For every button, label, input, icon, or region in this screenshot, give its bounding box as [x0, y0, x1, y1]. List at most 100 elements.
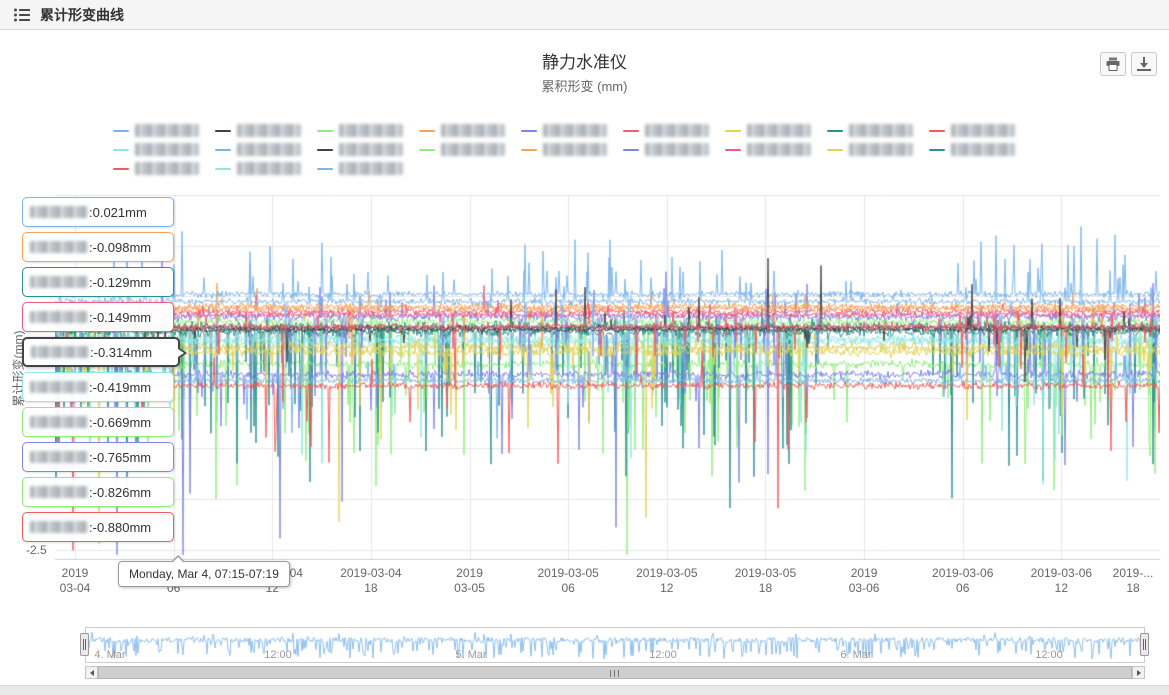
- main-chart-canvas[interactable]: [55, 195, 1160, 560]
- scrollbar-right-button[interactable]: [1132, 666, 1145, 679]
- navigator[interactable]: [85, 627, 1145, 663]
- legend-item[interactable]: [725, 143, 811, 156]
- legend-label-redacted: [951, 143, 1015, 156]
- navigator-handle-left[interactable]: [80, 633, 89, 656]
- legend-item[interactable]: [419, 124, 505, 137]
- legend-item[interactable]: [113, 124, 199, 137]
- legend-item[interactable]: [113, 162, 199, 175]
- legend-marker-line-icon: [317, 149, 333, 151]
- navigator-handle-right[interactable]: [1140, 633, 1149, 656]
- scrollbar-grip-icon: [610, 670, 620, 677]
- legend-marker-line-icon: [521, 149, 537, 151]
- tooltip-stack: :0.021mm :-0.098mm :-0.129mm :-0.149mm :-0.3…: [22, 197, 180, 547]
- tooltip-series-name-redacted: [31, 346, 89, 358]
- legend-item[interactable]: [827, 143, 913, 156]
- navigator-time-label: 6. Mar: [840, 649, 871, 661]
- tooltip-series-name-redacted: [30, 486, 88, 498]
- legend-marker-line-icon: [725, 130, 741, 132]
- legend-label-redacted: [543, 143, 607, 156]
- chart-title: 静力水准仪: [0, 48, 1169, 73]
- tooltip-value: :0.021mm: [89, 205, 147, 220]
- legend-marker-line-icon: [623, 130, 639, 132]
- navigator-canvas[interactable]: [86, 628, 1144, 662]
- legend-item[interactable]: [521, 143, 607, 156]
- legend-label-redacted: [645, 124, 709, 137]
- navigator-time-label: 12:00: [264, 649, 292, 661]
- download-icon: [1137, 57, 1151, 71]
- legend-item[interactable]: [215, 143, 301, 156]
- tooltip-box: :-0.149mm: [22, 302, 174, 332]
- legend-item[interactable]: [929, 124, 1015, 137]
- legend-marker-line-icon: [215, 168, 231, 170]
- download-button[interactable]: [1131, 52, 1157, 76]
- tooltip-box: :0.021mm: [22, 197, 174, 227]
- legend-marker-line-icon: [113, 168, 129, 170]
- legend-marker-line-icon: [929, 149, 945, 151]
- print-button[interactable]: [1100, 52, 1126, 76]
- legend-item[interactable]: [215, 124, 301, 137]
- legend-item[interactable]: [317, 162, 403, 175]
- legend-marker-line-icon: [419, 130, 435, 132]
- x-axis-tick-label: 2019-03-0506: [537, 566, 598, 596]
- tooltip-series-name-redacted: [30, 276, 88, 288]
- tooltip-value: :-0.765mm: [89, 450, 151, 465]
- legend-marker-line-icon: [113, 149, 129, 151]
- legend-label-redacted: [441, 124, 505, 137]
- x-axis-tick-label: 2019-03-0612: [1031, 566, 1092, 596]
- tooltip-series-name-redacted: [30, 206, 88, 218]
- legend-item[interactable]: [623, 124, 709, 137]
- scrollbar-left-button[interactable]: [85, 666, 98, 679]
- tooltip-value: :-0.826mm: [89, 485, 151, 500]
- navigator-time-label: 12:00: [649, 649, 677, 661]
- legend-item[interactable]: [419, 143, 505, 156]
- navigator-time-label: 4. Mar: [94, 649, 125, 661]
- x-axis-tick-label: 2019-03-0606: [932, 566, 993, 596]
- legend-label-redacted: [747, 143, 811, 156]
- legend-marker-line-icon: [827, 130, 843, 132]
- tooltip-box: :-0.419mm: [22, 372, 174, 402]
- tooltip-series-name-redacted: [30, 521, 88, 533]
- tooltip-value: :-0.098mm: [89, 240, 151, 255]
- legend-marker-line-icon: [419, 149, 435, 151]
- legend-item[interactable]: [113, 143, 199, 156]
- legend-item[interactable]: [215, 162, 301, 175]
- legend-label-redacted: [849, 143, 913, 156]
- legend-marker-line-icon: [317, 168, 333, 170]
- legend-label-redacted: [237, 162, 301, 175]
- legend-item[interactable]: [725, 124, 811, 137]
- scrollbar-thumb[interactable]: [98, 666, 1132, 679]
- x-axis-tick-label: 2019-03-0512: [636, 566, 697, 596]
- tooltip-value: :-0.129mm: [89, 275, 151, 290]
- scrollbar: [85, 666, 1145, 679]
- list-menu-icon: [14, 8, 30, 22]
- legend-item[interactable]: [929, 143, 1015, 156]
- legend-marker-line-icon: [215, 149, 231, 151]
- legend-label-redacted: [237, 143, 301, 156]
- legend-marker-line-icon: [317, 130, 333, 132]
- tooltip-box: :-0.098mm: [22, 232, 174, 262]
- legend-item[interactable]: [317, 143, 403, 156]
- legend: [105, 121, 1065, 178]
- tooltip-box: :-0.129mm: [22, 267, 174, 297]
- chart-subtitle: 累积形变 (mm): [0, 76, 1169, 95]
- legend-item[interactable]: [827, 124, 913, 137]
- legend-marker-line-icon: [929, 130, 945, 132]
- x-axis-tick-label: 2019-03-0418: [340, 566, 401, 596]
- legend-label-redacted: [747, 124, 811, 137]
- legend-item[interactable]: [521, 124, 607, 137]
- legend-item[interactable]: [317, 124, 403, 137]
- top-bar: 累计形变曲线: [0, 0, 1169, 30]
- legend-label-redacted: [339, 143, 403, 156]
- legend-item[interactable]: [623, 143, 709, 156]
- bottom-strip: [0, 685, 1169, 695]
- menu-icon[interactable]: [12, 5, 32, 25]
- tooltip-box: :-0.314mm: [22, 337, 180, 367]
- legend-marker-line-icon: [215, 130, 231, 132]
- x-axis-tick-label: 201903-04: [60, 566, 91, 596]
- legend-marker-line-icon: [827, 149, 843, 151]
- tooltip-series-name-redacted: [30, 311, 88, 323]
- legend-label-redacted: [849, 124, 913, 137]
- tooltip-value: :-0.419mm: [89, 380, 151, 395]
- tooltip-box: :-0.669mm: [22, 407, 174, 437]
- legend-label-redacted: [135, 124, 199, 137]
